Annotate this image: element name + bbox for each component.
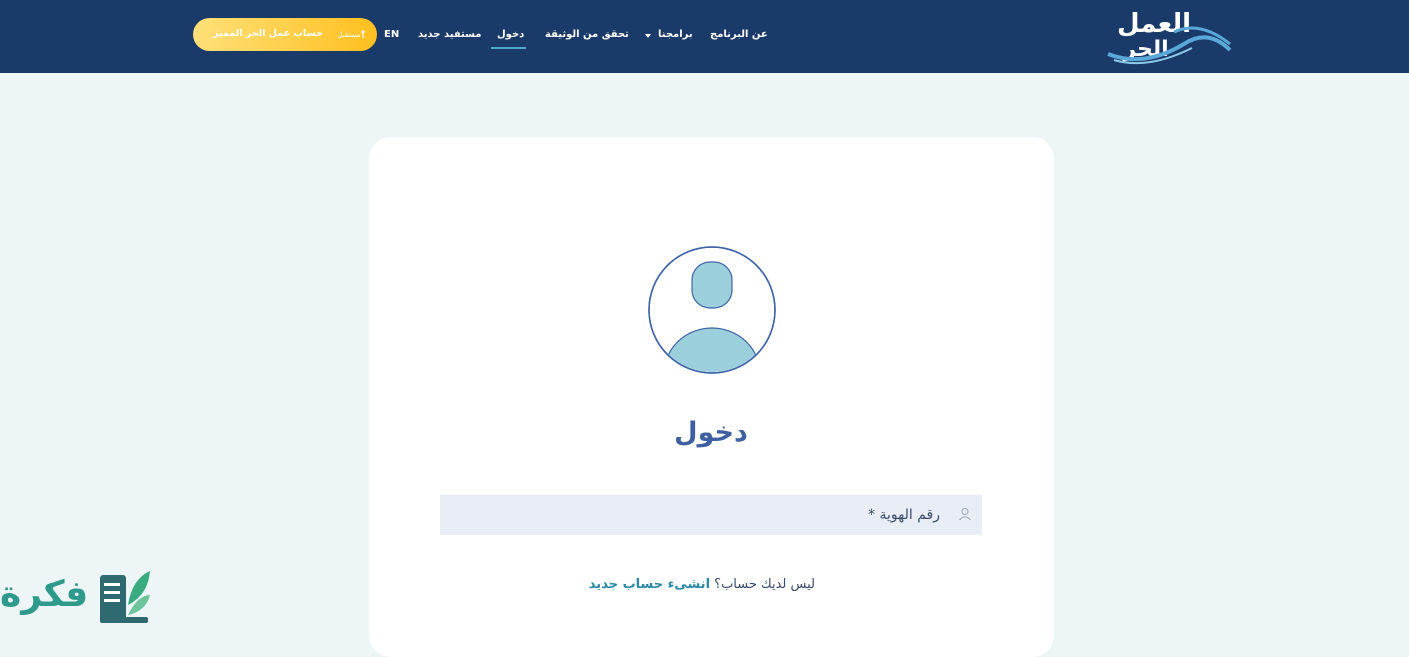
signup-prompt: ليس لديك حساب؟ انشىء حساب جديد xyxy=(560,577,815,592)
nav-language-toggle[interactable]: EN xyxy=(384,28,399,42)
create-account-link[interactable]: انشىء حساب جديد xyxy=(589,577,710,592)
premium-account-label: حساب عمل الحر المميز xyxy=(213,28,323,39)
nav-active-indicator xyxy=(491,47,526,49)
no-account-text: ليس لديك حساب؟ xyxy=(714,577,815,592)
id-number-field[interactable] xyxy=(440,495,982,535)
id-number-input[interactable] xyxy=(440,495,982,535)
nav-about[interactable]: عن البرنامج xyxy=(710,28,768,42)
svg-text:مستقبل: مستقبل xyxy=(337,31,360,39)
logo-icon[interactable]: العمل الحر xyxy=(1104,4,1234,66)
chevron-down-icon[interactable] xyxy=(645,34,651,38)
nav-verify-document[interactable]: تحقق من الوثيقة xyxy=(545,28,629,42)
user-icon xyxy=(959,508,971,521)
watermark-text: فكرة xyxy=(0,574,89,615)
premium-account-button[interactable]: حساب عمل الحر المميز مستقبل xyxy=(193,18,377,51)
svg-text:العمل: العمل xyxy=(1117,9,1191,39)
nav-login[interactable]: دخول xyxy=(497,28,524,42)
fikra-watermark: فكرة xyxy=(0,563,152,625)
nav-new-beneficiary[interactable]: مستفيد جديد xyxy=(418,28,482,42)
top-navbar: العمل الحر عن البرنامج برامجنا تحقق من ا… xyxy=(0,0,1409,73)
nav-programs[interactable]: برامجنا xyxy=(658,28,693,42)
mostaqbal-logo-icon: مستقبل xyxy=(337,30,365,39)
login-title: دخول xyxy=(674,417,748,448)
user-avatar-icon xyxy=(648,246,776,374)
book-leaf-icon xyxy=(100,571,150,623)
